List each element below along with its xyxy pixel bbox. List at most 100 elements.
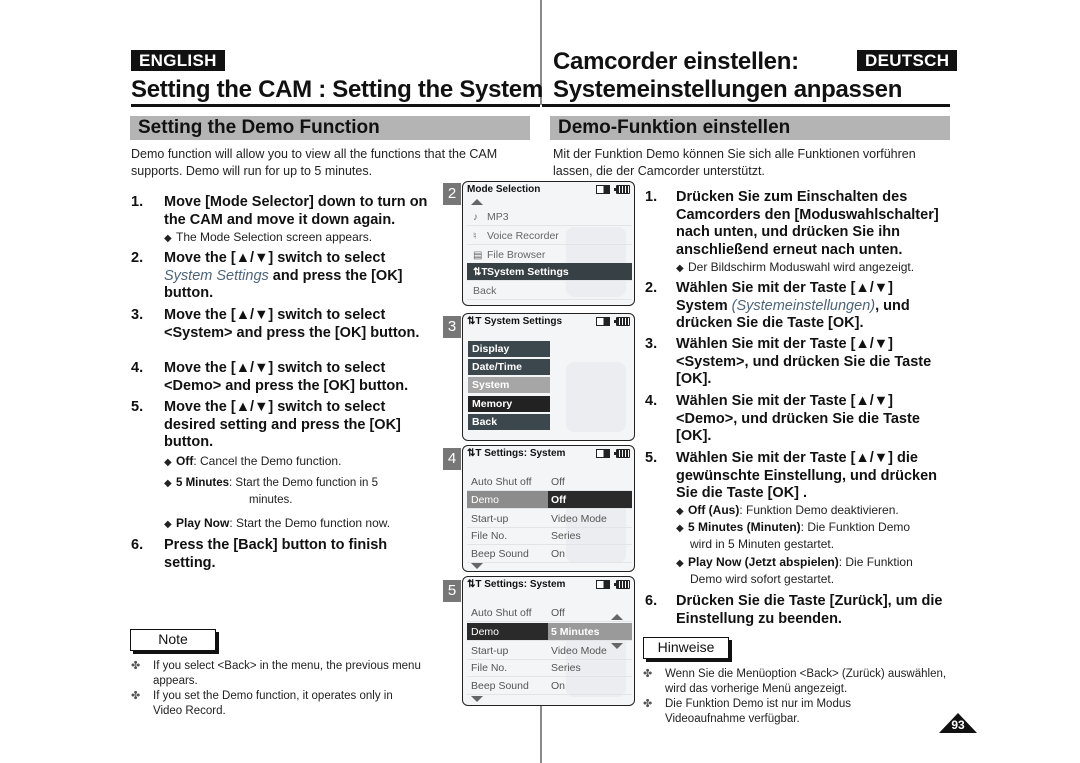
setting-key: File No. (471, 662, 508, 674)
step-5-english: 5. Move the [▲/▼] switch to select desir… (131, 399, 416, 452)
step-4-german: 4. Wählen Sie mit der Taste [▲/▼] <Demo>… (645, 393, 940, 446)
setting-value: Video Mode (551, 513, 607, 525)
step-number: 3. (131, 307, 144, 323)
status-icons (596, 185, 630, 194)
setting-row-beep-sound[interactable]: Beep Sound On (467, 677, 632, 695)
step-5-bullet-5min-cont-english: minutes. (249, 494, 293, 506)
step-number: 2. (131, 250, 144, 266)
menu-item-memory[interactable]: Memory (468, 396, 550, 412)
step-text: Drücken Sie zum Einschalten des Camcorde… (676, 189, 939, 258)
setting-value: On (551, 680, 566, 692)
setting-value: Off (551, 494, 567, 506)
menu-item-back[interactable]: Back (468, 414, 550, 430)
step-text: Wählen Sie mit der Taste [▲/▼] <System>,… (676, 336, 932, 387)
note-item-german: ✤ Die Funktion Demo ist nur im Modus Vide… (643, 697, 923, 727)
bullet-term: 5 Minutes (Minuten) (688, 520, 801, 534)
note-text: Wenn Sie die Menüoption <Back> (Zurück) … (665, 668, 947, 695)
setting-row-auto-shut-off[interactable]: Auto Shut off Off (467, 604, 632, 622)
scroll-down-icon (471, 563, 483, 569)
setting-key: Beep Sound (471, 680, 529, 692)
step-text: Move the [▲/▼] switch to select (164, 250, 386, 266)
setting-row-auto-shut-off[interactable]: Auto Shut off Off (467, 473, 632, 491)
step-5-bullet-playnow-german: ◆ Play Now (Jetzt abspielen): Die Funktio… (676, 554, 956, 572)
setting-row-demo[interactable]: Demo 5 Minutes (467, 623, 632, 641)
step-1-english: 1. Move [Mode Selector] down to turn on … (131, 194, 436, 229)
value-down-arrow-icon[interactable] (611, 643, 623, 649)
step-text: Drücken Sie die Taste [Zurück], um die E… (676, 593, 943, 627)
step-5-bullet-5min-cont-german: wird in 5 Minuten gestartet. (690, 537, 835, 551)
bullet-text: : Start the Demo function now. (229, 516, 391, 530)
step-text: Move [Mode Selector] down to turn on the… (164, 194, 428, 228)
diamond-bullet-icon: ◆ (676, 523, 684, 534)
setting-row-file-no[interactable]: File No. Series (467, 527, 632, 545)
memory-card-icon (596, 580, 610, 589)
setting-key: Demo (471, 626, 500, 638)
setting-value: 5 Minutes (551, 626, 600, 638)
english-language-badge: ENGLISH (131, 50, 225, 71)
step-number: 1. (131, 194, 144, 210)
clover-bullet-icon: ✤ (643, 668, 653, 680)
step-5-bullet-off-german: ◆ Off (Aus): Funktion Demo deaktivieren. (676, 502, 956, 520)
section-title-german: Demo-Funktion einstellen (550, 116, 950, 140)
step-5-bullet-5min-german: ◆ 5 Minutes (Minuten): Die Funktion Demo (676, 519, 956, 537)
setting-key: Auto Shut off (471, 476, 532, 488)
screen-number-4: 4 (443, 448, 461, 470)
menu-item-back[interactable]: Back (467, 282, 632, 300)
step-text: Wählen Sie mit der Taste [▲/▼] <Demo>, u… (676, 393, 920, 444)
step-text: Press the [Back] button to finish settin… (164, 537, 388, 571)
screen-title-text: Settings: System (484, 579, 566, 590)
diamond-bullet-icon: ◆ (676, 263, 684, 274)
step-4-english: 4. Move the [▲/▼] switch to select <Demo… (131, 360, 421, 395)
menu-item-mp3[interactable]: ♪ MP3 (467, 208, 632, 226)
watermark-graphic (566, 362, 626, 432)
battery-icon (614, 185, 630, 194)
setting-row-beep-sound[interactable]: Beep Sound On (467, 545, 632, 563)
menu-item-label: System Settings (487, 266, 569, 278)
status-icons (596, 317, 630, 326)
intro-english: Demo function will allow you to view all… (131, 147, 498, 178)
screen-title: ⇅T Settings: System (467, 579, 565, 590)
setting-key: Auto Shut off (471, 607, 532, 619)
step-5-bullet-playnow-english: ◆ Play Now: Start the Demo function now. (164, 515, 434, 533)
step-1-german: 1. Drücken Sie zum Einschalten des Camco… (645, 189, 950, 259)
menu-item-system[interactable]: System (468, 377, 550, 393)
page-title-german-line1: Camcorder einstellen: (553, 48, 799, 75)
section-title-english: Setting the Demo Function (130, 116, 530, 140)
bullet-term: 5 Minutes (176, 477, 230, 489)
step-3-german: 3. Wählen Sie mit der Taste [▲/▼] <Syste… (645, 336, 940, 389)
screen-title-text: Settings: System (484, 448, 566, 459)
step-emphasis: System Settings (164, 267, 269, 284)
setting-row-start-up[interactable]: Start-up Video Mode (467, 642, 632, 660)
setting-row-file-no[interactable]: File No. Series (467, 659, 632, 677)
step-number: 2. (645, 280, 658, 296)
step-1-bullet-german: ◆ Der Bildschirm Moduswahl wird angezeigt… (676, 259, 956, 277)
menu-item-display[interactable]: Display (468, 341, 550, 357)
setting-row-demo[interactable]: Demo Off (467, 491, 632, 509)
step-number: 5. (645, 450, 658, 466)
battery-icon (614, 580, 630, 589)
screen-title: ⇅T Settings: System (467, 448, 565, 459)
note-text: If you set the Demo function, it operate… (153, 690, 393, 717)
bullet-text: : Funktion Demo deaktivieren. (739, 503, 899, 517)
note-item-english: ✤ If you set the Demo function, it operat… (131, 689, 421, 719)
step-5-german: 5. Wählen Sie mit der Taste [▲/▼] die ge… (645, 450, 945, 503)
menu-item-date-time[interactable]: Date/Time (468, 359, 550, 375)
bullet-text: : Die Funktion Demo (800, 520, 911, 534)
bullet-term: Off (176, 454, 194, 468)
title-rule-german (542, 104, 950, 107)
note-item-english: ✤ If you select <Back> in the menu, the p… (131, 659, 421, 689)
value-up-arrow-icon[interactable] (611, 614, 623, 620)
settings-icon: ⇅T (467, 448, 485, 459)
menu-item-file-browser[interactable]: ▤ File Browser (467, 246, 632, 264)
setting-value: On (551, 548, 566, 560)
menu-item-voice-recorder[interactable]: ♮ Voice Recorder (467, 227, 632, 245)
note-text: Die Funktion Demo ist nur im Modus Video… (665, 698, 851, 725)
screen-title: Mode Selection (467, 184, 541, 195)
menu-item-system-settings[interactable]: ⇅TSystem Settings (467, 263, 632, 281)
step-number: 1. (645, 189, 658, 205)
step-emphasis: (Systemeinstellungen) (731, 297, 876, 314)
memory-card-icon (596, 449, 610, 458)
note-label-german: Hinweise (643, 637, 729, 659)
setting-row-start-up[interactable]: Start-up Video Mode (467, 510, 632, 528)
screen-number-2: 2 (443, 183, 461, 205)
